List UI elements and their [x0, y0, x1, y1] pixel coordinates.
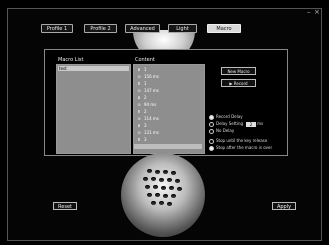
minimize-button[interactable]: – [307, 9, 311, 16]
content-row[interactable]: ⬆ 2 [136, 109, 147, 114]
no-delay-radio[interactable]: No Delay [209, 128, 234, 134]
content-row-value: 2 [144, 109, 147, 114]
tab-label: Advanced [130, 26, 155, 32]
delay-icon: ⊙ [137, 88, 141, 93]
vent-hole [167, 178, 172, 182]
radio-label: Delay Setting [216, 121, 244, 126]
mouse-bottom-graphic [121, 153, 205, 237]
tab-advanced[interactable]: Advanced [125, 24, 160, 33]
delay-icon: ⊙ [137, 130, 141, 135]
vent-hole [159, 178, 164, 182]
vent-hole [163, 194, 168, 198]
content-row-selected[interactable] [134, 144, 202, 149]
stop-after-macro-radio[interactable]: Stop after the macro is over [209, 145, 272, 151]
record-button[interactable]: ▶ Record [221, 79, 256, 87]
radio-label: Stop after the macro is over [216, 145, 273, 150]
content-row[interactable]: ⊙ 114 ms [136, 116, 159, 121]
vent-hole [155, 170, 160, 174]
vent-hole [153, 185, 158, 189]
content-row[interactable]: ⬆ 3 [136, 137, 147, 142]
tab-profile-1[interactable]: Profile 1 [41, 24, 73, 33]
content-row-value: 94 ms [144, 102, 157, 107]
vent-hole [167, 202, 172, 206]
key-up-icon: ⬆ [137, 109, 141, 114]
key-down-icon: ⬇ [137, 123, 141, 128]
content-row[interactable]: ⬇ 2 [136, 95, 147, 100]
macro-list-title: Macro List [58, 57, 84, 63]
key-up-icon: ⬆ [137, 81, 141, 86]
vent-hole [163, 170, 168, 174]
content-title: Content [135, 57, 155, 63]
close-button[interactable]: × [314, 9, 320, 16]
content-row-value: 156 ms [144, 74, 159, 79]
vent-hole [143, 177, 148, 181]
vent-hole [171, 194, 176, 198]
content-row[interactable]: ⬇ 1 [136, 67, 147, 72]
content-row-value: 147 ms [144, 88, 159, 93]
delay-icon: ⊙ [137, 74, 141, 79]
vent-hole [151, 177, 156, 181]
content-list[interactable]: ⬇ 1 ⊙ 156 ms ⬆ 1 ⊙ 147 ms ⬇ 2 ⊙ 94 ms ⬆ 2 ⊙ 114 ms ⬇ 3 ⊙ 13… [133, 64, 205, 154]
radio-label: Record Delay [216, 114, 243, 119]
vent-hole [161, 186, 166, 190]
tab-label: Light [176, 26, 189, 32]
delay-icon: ⊙ [137, 102, 141, 107]
content-row-value: 1 [144, 67, 147, 72]
radio-dot [209, 128, 214, 134]
delay-setting-radio[interactable]: Delay Setting 2 ms [209, 121, 263, 127]
vent-hole [175, 179, 180, 183]
macro-list[interactable]: test [56, 64, 131, 154]
content-row-value: 3 [144, 123, 147, 128]
radio-dot [209, 138, 214, 144]
content-row[interactable]: ⬇ 3 [136, 123, 147, 128]
tab-label: Macro [216, 26, 232, 32]
mouse-vent-holes [141, 169, 185, 209]
key-up-icon: ⬆ [137, 137, 141, 142]
content-row[interactable]: ⊙ 94 ms [136, 102, 156, 107]
macro-list-item[interactable]: test [58, 66, 129, 71]
radio-label: No Delay [216, 128, 235, 133]
tab-label: Profile 1 [46, 26, 68, 32]
vent-hole [147, 169, 152, 173]
content-row-value: 131 ms [144, 130, 159, 135]
delay-icon: ⊙ [137, 116, 141, 121]
reset-button[interactable]: Reset [53, 202, 77, 210]
macro-panel: Macro List test Content ⬇ 1 ⊙ 156 ms ⬆ 1 ⊙ 147 … [44, 49, 288, 156]
vent-hole [155, 193, 160, 197]
key-down-icon: ⬇ [137, 67, 141, 72]
vent-hole [171, 171, 176, 175]
record-label: Record [233, 81, 248, 86]
content-row[interactable]: ⬆ 1 [136, 81, 147, 86]
tab-macro[interactable]: Macro [207, 24, 241, 33]
radio-dot [209, 121, 214, 127]
tab-profile-2[interactable]: Profile 2 [84, 24, 117, 33]
content-row-value: 1 [144, 81, 147, 86]
vent-hole [159, 201, 164, 205]
apply-button[interactable]: Apply [272, 202, 296, 210]
record-delay-radio[interactable]: Record Delay [209, 114, 243, 120]
vent-hole [147, 193, 152, 197]
new-macro-button[interactable]: New Macro [221, 67, 256, 75]
radio-label: Stop until the key release [216, 138, 268, 143]
vent-hole [151, 201, 156, 205]
content-row-value: 3 [144, 137, 147, 142]
content-row[interactable]: ⊙ 147 ms [136, 88, 159, 93]
content-row-value: 2 [144, 95, 147, 100]
vent-hole [177, 187, 182, 191]
key-down-icon: ⬇ [137, 95, 141, 100]
delay-value-input[interactable]: 2 [246, 121, 257, 127]
content-row[interactable]: ⊙ 131 ms [136, 130, 159, 135]
tab-label: Profile 2 [90, 26, 111, 32]
delay-unit-label: ms [257, 121, 264, 126]
content-row[interactable]: ⊙ 156 ms [136, 74, 159, 79]
tab-light[interactable]: Light [168, 24, 197, 33]
vent-hole [169, 186, 174, 190]
radio-dot [209, 145, 214, 151]
stop-on-release-radio[interactable]: Stop until the key release [209, 138, 267, 144]
radio-dot [209, 114, 214, 120]
vent-hole [145, 185, 150, 189]
content-row-value: 114 ms [144, 116, 159, 121]
